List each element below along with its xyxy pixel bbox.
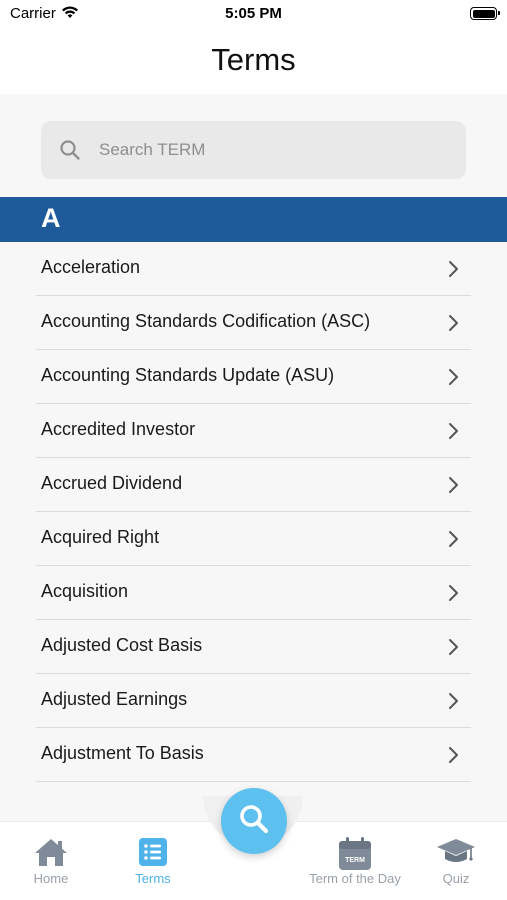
term-label: Accrued Dividend bbox=[41, 473, 183, 493]
chevron-right-icon bbox=[448, 422, 460, 445]
tab-label: Quiz bbox=[442, 871, 470, 886]
chevron-right-icon bbox=[448, 584, 460, 607]
term-list: Acceleration Accounting Standards Codifi… bbox=[0, 242, 507, 782]
calendar-icon: TERM bbox=[310, 837, 400, 870]
tab-terms[interactable]: Terms bbox=[108, 822, 198, 900]
term-row[interactable]: Accredited Investor bbox=[0, 404, 507, 458]
search-icon bbox=[237, 802, 271, 841]
calendar-text: TERM bbox=[345, 857, 365, 864]
term-row[interactable]: Acquired Right bbox=[0, 512, 507, 566]
term-label: Acquisition bbox=[41, 581, 129, 601]
term-label: Adjusted Cost Basis bbox=[41, 635, 203, 655]
term-row[interactable]: Adjusted Cost Basis bbox=[0, 620, 507, 674]
term-label: Accredited Investor bbox=[41, 419, 196, 439]
chevron-right-icon bbox=[448, 314, 460, 337]
row-divider bbox=[36, 781, 471, 782]
term-row[interactable]: Acceleration bbox=[0, 242, 507, 296]
tab-quiz[interactable]: Quiz bbox=[411, 822, 501, 900]
term-row[interactable]: Adjustment To Basis bbox=[0, 728, 507, 782]
chevron-right-icon bbox=[448, 476, 460, 499]
section-letter: A bbox=[41, 203, 61, 233]
term-label: Accounting Standards Codification (ASC) bbox=[41, 311, 371, 331]
term-label: Adjusted Earnings bbox=[41, 689, 188, 709]
list-icon bbox=[108, 837, 198, 869]
term-row[interactable]: Acquisition bbox=[0, 566, 507, 620]
battery-icon bbox=[470, 7, 500, 20]
section-header: A bbox=[0, 197, 507, 242]
chevron-right-icon bbox=[448, 368, 460, 391]
term-row[interactable]: Accounting Standards Update (ASU) bbox=[0, 350, 507, 404]
tab-label: Terms bbox=[135, 871, 171, 886]
home-icon bbox=[6, 837, 96, 869]
page-title: Terms bbox=[211, 42, 296, 77]
tab-home[interactable]: Home bbox=[6, 822, 96, 900]
graduation-cap-icon bbox=[411, 837, 501, 869]
nav-bar: Terms bbox=[0, 30, 507, 94]
search-bar[interactable] bbox=[41, 121, 466, 179]
chevron-right-icon bbox=[448, 746, 460, 769]
chevron-right-icon bbox=[448, 530, 460, 553]
search-area bbox=[0, 94, 507, 197]
chevron-right-icon bbox=[448, 260, 460, 283]
term-label: Acceleration bbox=[41, 257, 141, 277]
term-row[interactable]: Accrued Dividend bbox=[0, 458, 507, 512]
search-input[interactable] bbox=[99, 121, 449, 179]
chevron-right-icon bbox=[448, 638, 460, 661]
chevron-right-icon bbox=[448, 692, 460, 715]
status-time: 5:05 PM bbox=[225, 5, 282, 22]
tab-term-of-the-day[interactable]: TERM Term of the Day bbox=[309, 822, 401, 900]
search-icon bbox=[59, 139, 81, 166]
search-fab-button[interactable] bbox=[221, 788, 287, 854]
term-label: Adjustment To Basis bbox=[41, 743, 204, 763]
term-label: Acquired Right bbox=[41, 527, 160, 547]
term-row[interactable]: Accounting Standards Codification (ASC) bbox=[0, 296, 507, 350]
term-row[interactable]: Adjusted Earnings bbox=[0, 674, 507, 728]
term-label: Accounting Standards Update (ASU) bbox=[41, 365, 335, 385]
status-bar: Carrier 5:05 PM bbox=[0, 0, 507, 30]
